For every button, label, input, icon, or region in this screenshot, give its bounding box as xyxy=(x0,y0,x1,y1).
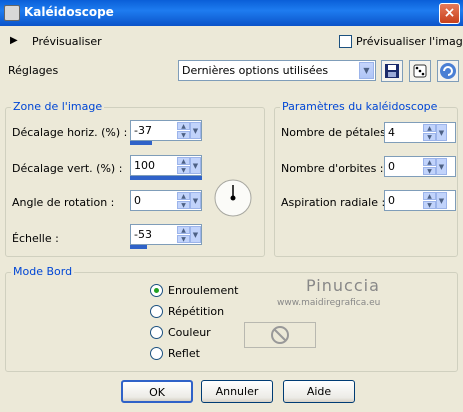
spin-up-icon[interactable]: ▲ xyxy=(423,124,436,132)
radio-repeat-label: Répétition xyxy=(168,305,225,318)
radio-reflect[interactable] xyxy=(150,347,163,360)
spin-up-icon[interactable]: ▲ xyxy=(177,226,190,234)
chevron-down-icon[interactable]: ▼ xyxy=(359,62,374,79)
orbits-value: 0 xyxy=(388,160,395,173)
vertical-offset-value: 100 xyxy=(134,159,155,172)
ok-button[interactable]: OK xyxy=(121,380,193,403)
preview-toggle-label[interactable]: Prévisualiser xyxy=(32,35,102,48)
spin-up-icon[interactable]: ▲ xyxy=(177,157,190,165)
expand-arrow-icon[interactable]: ▶ xyxy=(10,35,18,46)
radio-reflect-label: Reflet xyxy=(168,347,200,360)
radio-repeat[interactable] xyxy=(150,305,163,318)
edge-mode-option-wrap[interactable]: Enroulement xyxy=(150,283,270,299)
rotation-angle-spinner[interactable]: 0 ▲ ▼ ▼ xyxy=(130,190,202,211)
settings-label: Réglages xyxy=(8,64,59,77)
spin-down-icon[interactable]: ▼ xyxy=(423,167,436,175)
chevron-down-icon[interactable]: ▼ xyxy=(190,122,201,139)
title-bar: Kaléidoscope × xyxy=(0,0,463,26)
vertical-offset-spinner[interactable]: 100 ▲ ▼ ▼ xyxy=(130,155,202,176)
dice-icon xyxy=(413,64,427,78)
reset-button[interactable] xyxy=(437,60,459,82)
spin-up-icon[interactable]: ▲ xyxy=(177,192,190,200)
rotation-dial-icon xyxy=(214,179,252,217)
edge-mode-option-repeat[interactable]: Répétition xyxy=(150,304,270,320)
horizontal-offset-label: Décalage horiz. (%) : xyxy=(12,126,128,139)
scale-value: -53 xyxy=(134,228,152,241)
scale-spinner[interactable]: -53 ▲ ▼ ▼ xyxy=(130,224,202,245)
save-preset-button[interactable] xyxy=(381,60,403,82)
scale-label: Échelle : xyxy=(12,232,59,245)
chevron-down-icon[interactable]: ▼ xyxy=(190,157,201,174)
vertical-offset-label: Décalage vert. (%) : xyxy=(12,162,123,175)
preview-image-label: Prévisualiser l'image xyxy=(356,35,463,48)
chevron-down-icon[interactable]: ▼ xyxy=(190,192,201,209)
petals-spinner[interactable]: 4 ▲ ▼ ▼ xyxy=(384,122,456,143)
reset-arrow-icon xyxy=(440,63,456,79)
chevron-down-icon[interactable]: ▼ xyxy=(436,192,447,209)
preset-value: Dernières options utilisées xyxy=(182,64,329,77)
cancel-button[interactable]: Annuler xyxy=(201,380,273,403)
scale-slider-bar[interactable] xyxy=(130,245,147,249)
rotation-angle-label: Angle de rotation : xyxy=(12,196,115,209)
watermark-name: Pinuccia xyxy=(306,276,380,295)
vertical-offset-slider-bar[interactable] xyxy=(130,176,202,180)
close-button[interactable]: × xyxy=(439,3,460,24)
horizontal-offset-value: -37 xyxy=(134,124,152,137)
petals-label: Nombre de pétales : xyxy=(281,126,394,139)
chevron-down-icon[interactable]: ▼ xyxy=(436,158,447,175)
spin-down-icon[interactable]: ▼ xyxy=(177,166,190,174)
radio-wrap[interactable] xyxy=(150,284,163,297)
spin-down-icon[interactable]: ▼ xyxy=(423,133,436,141)
radio-color[interactable] xyxy=(150,326,163,339)
radial-aspiration-spinner[interactable]: 0 ▲ ▼ ▼ xyxy=(384,190,456,211)
kaleidoscope-params-title: Paramètres du kaléidoscope xyxy=(280,100,440,113)
spin-up-icon[interactable]: ▲ xyxy=(177,122,190,130)
radio-selected-dot xyxy=(154,288,159,293)
rotation-angle-value: 0 xyxy=(134,194,141,207)
spin-down-icon[interactable]: ▼ xyxy=(177,131,190,139)
spin-down-icon[interactable]: ▼ xyxy=(177,201,190,209)
save-disk-icon xyxy=(385,64,399,78)
rotation-dial[interactable] xyxy=(213,178,253,218)
radio-wrap-label: Enroulement xyxy=(168,284,239,297)
spin-up-icon[interactable]: ▲ xyxy=(423,192,436,200)
app-icon xyxy=(4,5,20,21)
chevron-down-icon[interactable]: ▼ xyxy=(436,124,447,141)
radio-color-label: Couleur xyxy=(168,326,211,339)
radial-aspiration-value: 0 xyxy=(388,194,395,207)
preset-dropdown[interactable]: Dernières options utilisées ▼ xyxy=(178,60,376,81)
color-swatch xyxy=(244,322,316,348)
orbits-label: Nombre d'orbites : xyxy=(281,162,384,175)
horizontal-offset-spinner[interactable]: -37 ▲ ▼ ▼ xyxy=(130,120,202,141)
edge-mode-title: Mode Bord xyxy=(11,265,75,278)
watermark-url: www.maidiregrafica.eu xyxy=(277,298,381,308)
spin-down-icon[interactable]: ▼ xyxy=(177,235,190,243)
help-button[interactable]: Aide xyxy=(283,380,355,403)
preview-image-checkbox[interactable] xyxy=(339,35,352,48)
spin-up-icon[interactable]: ▲ xyxy=(423,158,436,166)
random-button[interactable] xyxy=(409,60,431,82)
petals-value: 4 xyxy=(388,126,395,139)
window-title: Kaléidoscope xyxy=(24,5,114,19)
chevron-down-icon[interactable]: ▼ xyxy=(190,226,201,243)
no-entry-icon xyxy=(271,326,289,344)
image-zone-title: Zone de l'image xyxy=(11,100,105,113)
radial-aspiration-label: Aspiration radiale : xyxy=(281,196,386,209)
spin-down-icon[interactable]: ▼ xyxy=(423,201,436,209)
horizontal-offset-slider-bar[interactable] xyxy=(130,141,152,145)
orbits-spinner[interactable]: 0 ▲ ▼ ▼ xyxy=(384,156,456,177)
